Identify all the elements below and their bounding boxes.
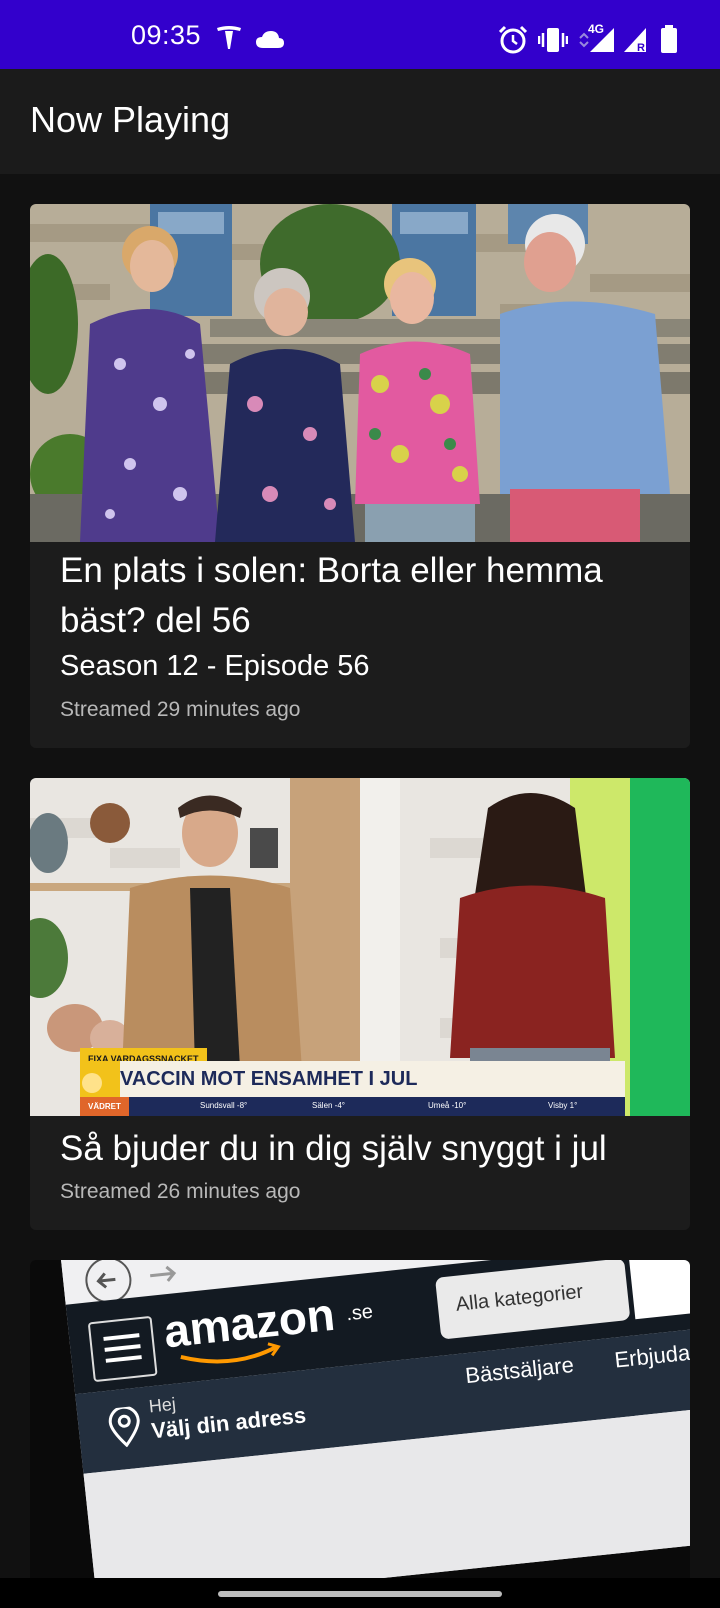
page-title: Now Playing (30, 99, 231, 140)
tesla-icon (217, 26, 241, 49)
home-gesture-handle[interactable] (218, 1591, 502, 1597)
thumbnail-image: FIXA VARDAGSSNACKET VACCIN MOT ENSAMHET … (30, 778, 690, 1116)
alarm-icon (498, 25, 528, 54)
vibrate-icon (538, 28, 568, 52)
app-bar: Now Playing (0, 69, 720, 174)
cloud-icon (256, 31, 284, 48)
item-title: Så bjuder du in dig själv snyggt i jul (60, 1129, 607, 1168)
status-time: 09:35 (131, 20, 202, 50)
item-streamed-time: Streamed 29 minutes ago (60, 698, 301, 721)
now-playing-card[interactable]: amazon .se Alla kategorier Hej Välj din … (30, 1260, 690, 1578)
thumbnail-image (30, 204, 690, 542)
thumb-caption-banner: VACCIN MOT ENSAMHET I JUL (80, 1061, 625, 1097)
item-title: En plats i solen: Borta eller hemma bäst… (60, 551, 603, 640)
now-playing-card[interactable]: En plats i solen: Borta eller hemma bäst… (30, 204, 690, 748)
gesture-nav-bar (0, 1578, 720, 1608)
battery-icon (661, 25, 677, 53)
item-streamed-time: Streamed 26 minutes ago (60, 1180, 301, 1203)
roaming-label: R (637, 42, 645, 54)
network-label: 4G (588, 22, 605, 36)
thumbnail-image: amazon .se Alla kategorier Hej Välj din … (30, 1260, 690, 1578)
item-subtitle: Season 12 - Episode 56 (60, 650, 370, 682)
status-bar: 09:35 4G R (0, 0, 720, 69)
thumb-ticker: VÄDRET Sundsvall -8° Sälen -4° Umeå -10°… (80, 1097, 625, 1116)
now-playing-list[interactable]: En plats i solen: Borta eller hemma bäst… (0, 174, 720, 1578)
now-playing-card[interactable]: FIXA VARDAGSSNACKET VACCIN MOT ENSAMHET … (30, 778, 690, 1230)
